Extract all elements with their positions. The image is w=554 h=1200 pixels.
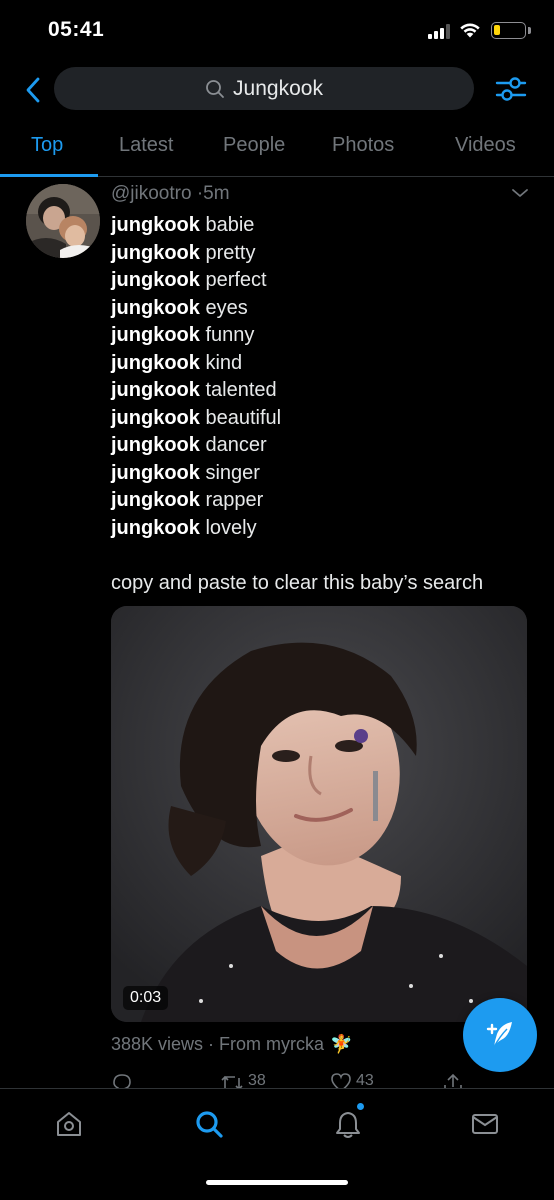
- tweet-line-text: beautiful: [205, 406, 282, 429]
- tweet-line-text: talented: [205, 379, 277, 401]
- tweet-closing-text: copy and paste to clear this baby’s sear…: [111, 571, 484, 594]
- tweet-line-text: singer: [205, 461, 260, 484]
- tweet-line: jungkook funny: [111, 322, 541, 350]
- tweet-line: jungkook singer: [111, 460, 541, 488]
- tab-latest[interactable]: Latest: [119, 134, 173, 157]
- status-bar: 05:41: [0, 0, 554, 62]
- tweet-line-text: eyes: [205, 296, 248, 319]
- nav-messages[interactable]: [468, 1107, 502, 1141]
- tab-videos[interactable]: Videos: [455, 134, 516, 157]
- tweet-handle[interactable]: @jikootro: [111, 183, 192, 204]
- tab-people[interactable]: People: [223, 134, 285, 157]
- mail-icon: [472, 1114, 498, 1134]
- compose-tweet-button[interactable]: [463, 998, 537, 1072]
- tweet-line: jungkook rapper: [111, 487, 541, 515]
- tweet-line: jungkook perfect: [111, 267, 541, 295]
- tweet-keyword: jungkook: [111, 434, 200, 456]
- tweet-line: jungkook pretty: [111, 240, 541, 268]
- chevron-left-icon: [26, 77, 40, 103]
- tweet-keyword: jungkook: [111, 351, 200, 374]
- avatar-image: [26, 184, 100, 258]
- video-thumbnail: [111, 606, 527, 1022]
- nav-home[interactable]: [52, 1107, 86, 1141]
- notification-badge: [357, 1103, 364, 1110]
- tweet-line-text: lovely: [205, 516, 257, 539]
- tweet-actions: 38 43: [0, 1070, 554, 1090]
- search-tabs: Top Latest People Photos Videos: [0, 124, 554, 177]
- tweet-line-text: rapper: [205, 489, 264, 511]
- status-time: 05:41: [48, 18, 105, 41]
- sliders-icon[interactable]: [494, 72, 528, 106]
- bell-icon: [336, 1112, 360, 1138]
- active-tab-indicator: [0, 174, 98, 177]
- tweet-keyword: jungkook: [111, 241, 200, 264]
- tweet-keyword: jungkook: [111, 489, 200, 511]
- video-duration: 0:03: [123, 986, 169, 1010]
- back-button[interactable]: [18, 72, 48, 108]
- tweet-keyword: jungkook: [111, 461, 200, 484]
- tweet-line-text: funny: [205, 324, 255, 346]
- tweet-keyword: jungkook: [111, 269, 200, 291]
- tweet-line-text: babie: [205, 214, 255, 236]
- tweet-keyword: jungkook: [111, 406, 200, 429]
- nav-search[interactable]: [192, 1107, 226, 1141]
- video-player[interactable]: 0:03: [111, 606, 527, 1022]
- compose-tweet-icon: [486, 1022, 512, 1048]
- tweet-line-text: dancer: [205, 434, 267, 456]
- tweet-line: jungkook eyes: [111, 295, 541, 323]
- views-text: 388K views · From myrcka: [111, 1034, 325, 1054]
- tab-photos[interactable]: Photos: [332, 134, 394, 157]
- battery-low-icon: [491, 22, 526, 39]
- battery-level: [494, 25, 500, 35]
- tweet-line: jungkook lovely: [111, 515, 541, 543]
- tweet-meta: @jikootro ·5m: [111, 183, 230, 205]
- chevron-down-icon[interactable]: [510, 186, 530, 200]
- tweet-line-text: kind: [205, 351, 243, 374]
- battery-cap: [528, 27, 531, 34]
- tweet-keyword: jungkook: [111, 516, 200, 539]
- cellular-signal-icon: [428, 23, 452, 39]
- wifi-icon: [460, 23, 480, 38]
- search-input[interactable]: Jungkook: [54, 67, 474, 110]
- tweet-line: jungkook kind: [111, 350, 541, 378]
- home-icon: [57, 1112, 81, 1136]
- tweet-keyword: jungkook: [111, 379, 200, 401]
- tweet-line: jungkook beautiful: [111, 405, 541, 433]
- tweet-line-text: pretty: [205, 241, 256, 264]
- tweet-keyword: jungkook: [111, 214, 200, 236]
- home-indicator[interactable]: [206, 1180, 348, 1185]
- search-query: Jungkook: [233, 76, 323, 100]
- tweet-line: jungkook talented: [111, 377, 541, 405]
- avatar[interactable]: [26, 184, 100, 258]
- nav-notifications[interactable]: [331, 1103, 365, 1141]
- tweet-keyword: jungkook: [111, 296, 200, 319]
- video-views: 388K views · From myrcka 🧚: [111, 1034, 352, 1055]
- tweet-line-text: perfect: [205, 269, 267, 291]
- tweet-line: jungkook dancer: [111, 432, 541, 460]
- fairy-emoji: 🧚: [330, 1034, 353, 1054]
- search-icon: [196, 1111, 223, 1138]
- tweet-text: jungkook babie jungkook pretty jungkook …: [111, 212, 541, 597]
- search-icon: [206, 79, 224, 98]
- tweet-time: 5m: [203, 183, 230, 204]
- tweet-keyword: jungkook: [111, 324, 200, 346]
- tab-top[interactable]: Top: [31, 134, 63, 157]
- tweet-line: jungkook babie: [111, 212, 541, 240]
